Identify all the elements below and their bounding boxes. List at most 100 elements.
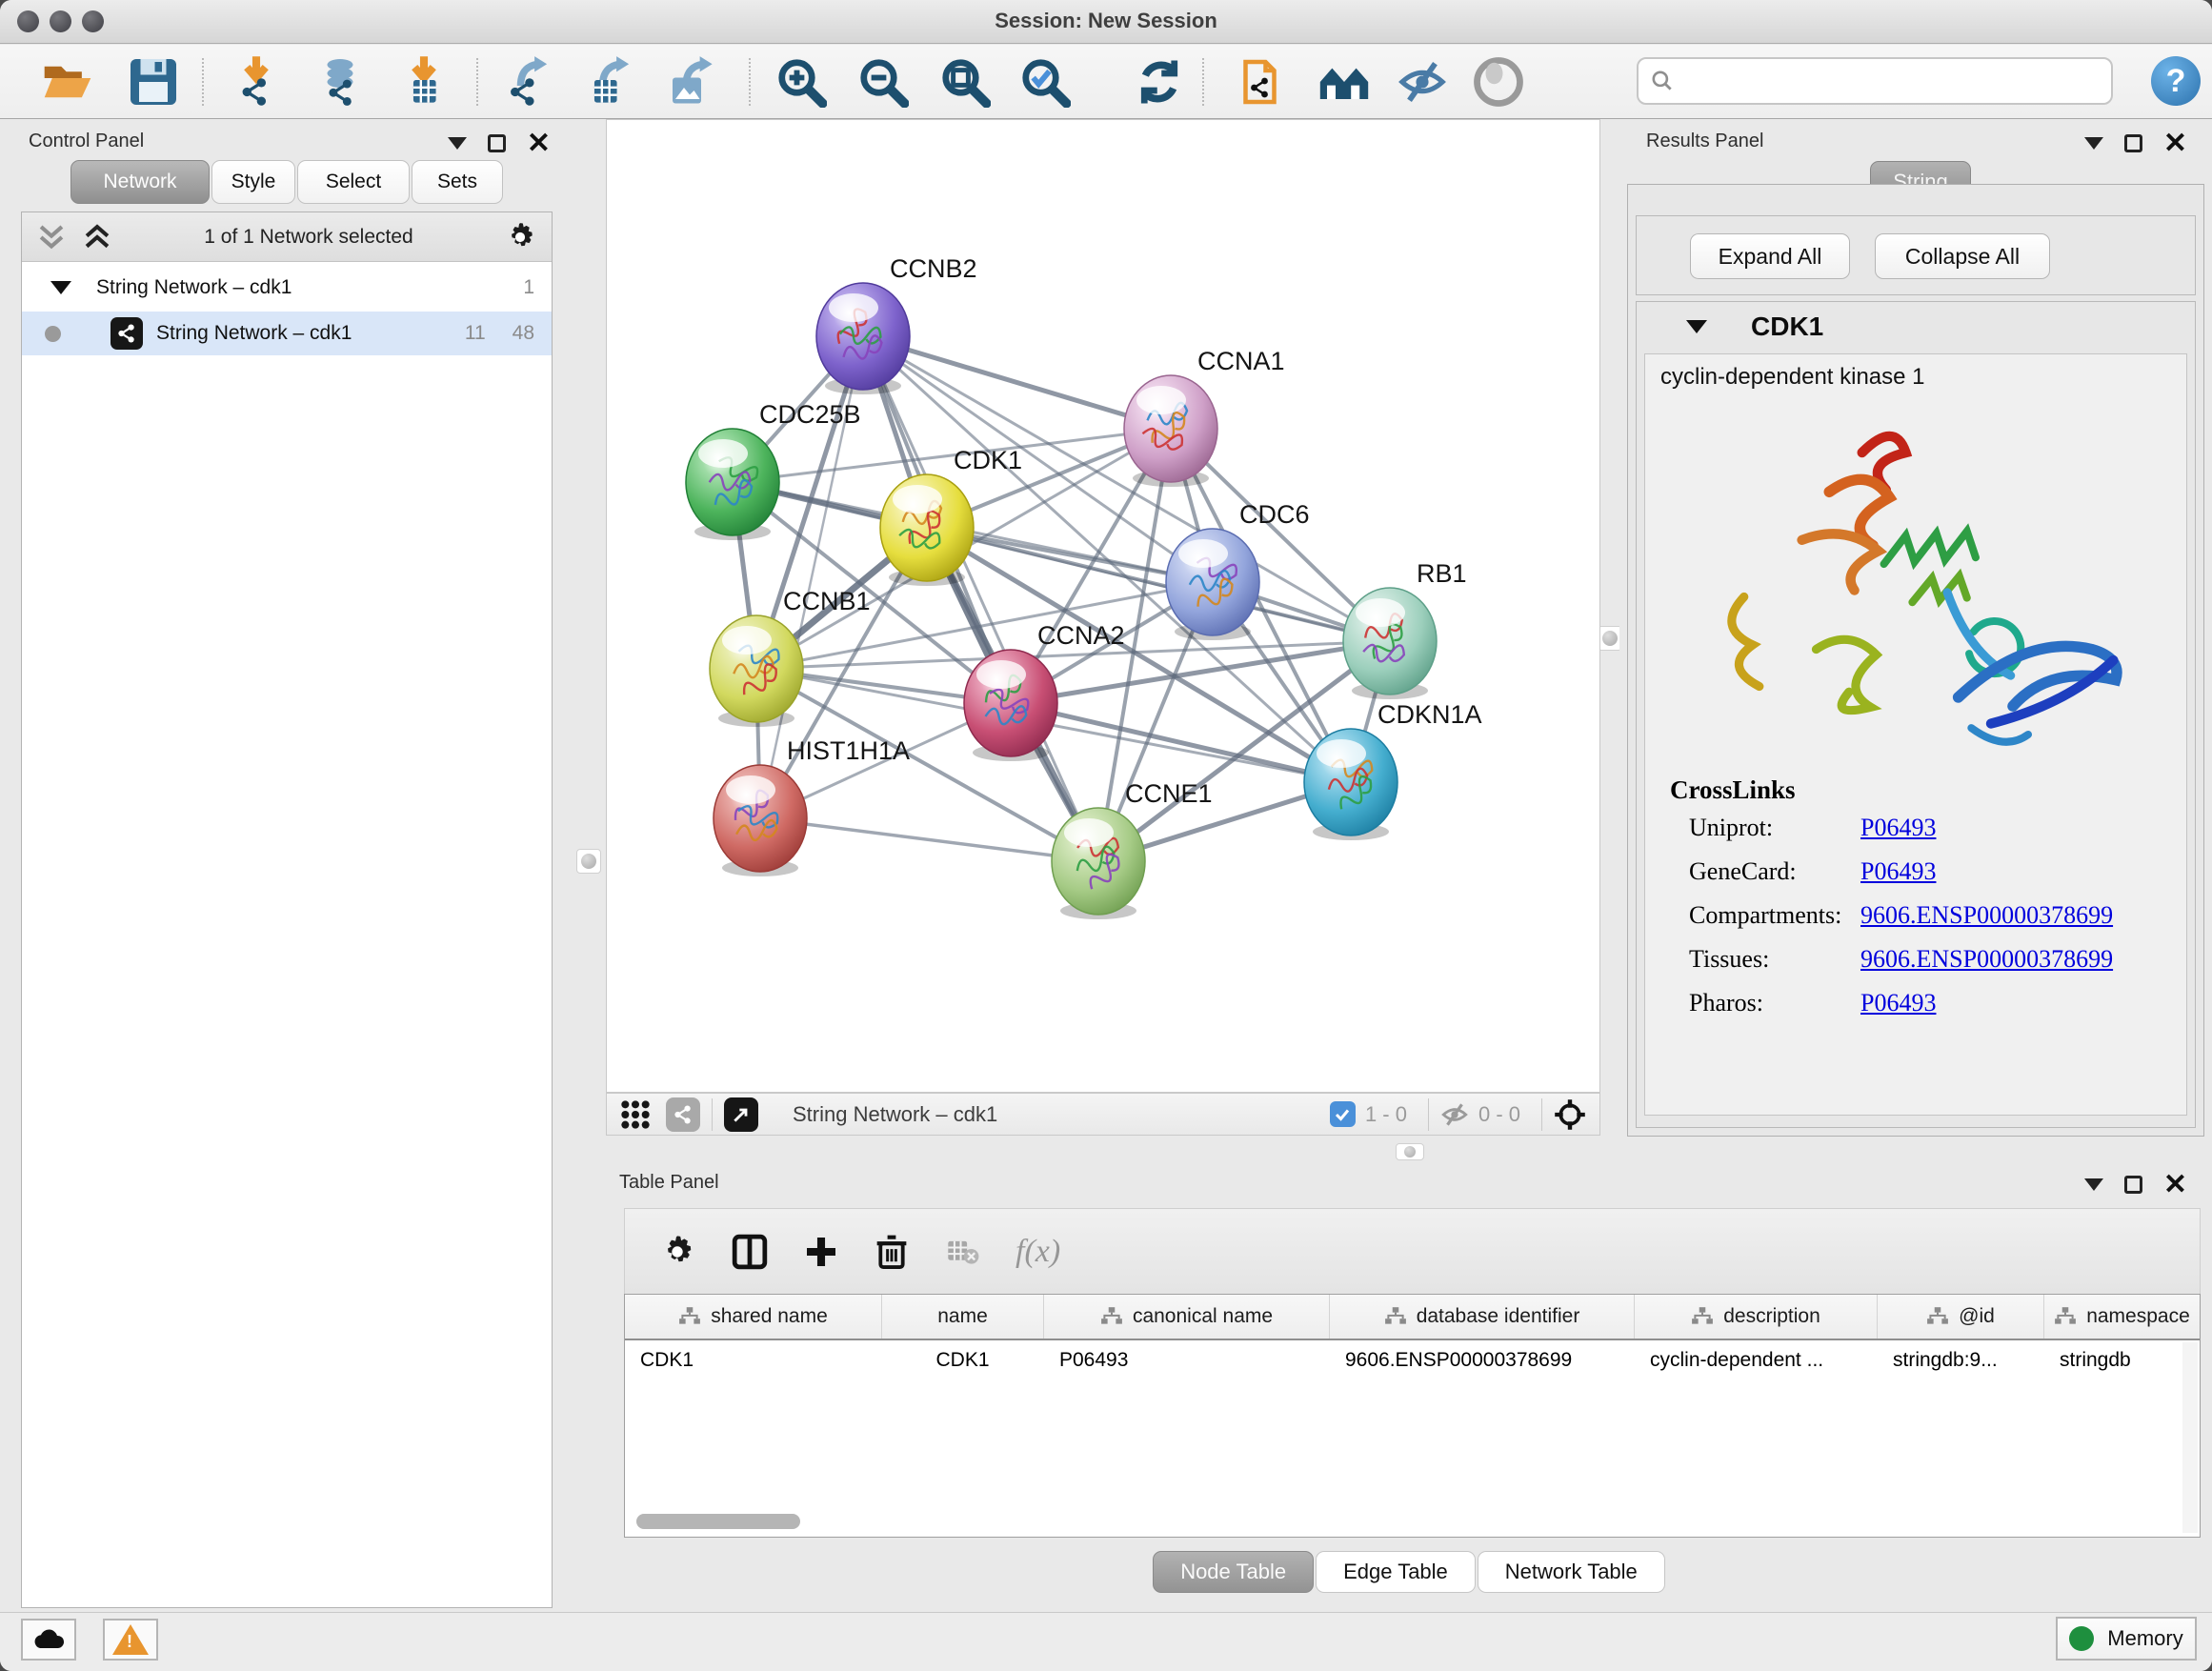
network-node-RB1[interactable]: RB1 (1343, 559, 1467, 699)
preview-orb-icon[interactable] (1469, 54, 1528, 110)
network-node-HIST1H1A[interactable]: HIST1H1A (714, 736, 910, 876)
control-panel-close-icon[interactable]: ✕ (527, 134, 551, 152)
export-image-button[interactable] (663, 54, 722, 110)
crosslink-tissues[interactable]: 9606.ENSP00000378699 (1860, 945, 2113, 974)
network-canvas[interactable]: CCNB2CCNA1CDC25BCDK1CDC6RB1CCNB1CCNA2CDK… (606, 119, 1600, 1093)
crosslink-compartments[interactable]: 9606.ENSP00000378699 (1860, 901, 2113, 930)
open-session-button[interactable] (38, 54, 97, 110)
expand-all-button[interactable]: Expand All (1690, 233, 1850, 279)
network-node-CCNE1[interactable]: CCNE1 (1052, 779, 1213, 919)
network-edge-CCNB2-CCNE1[interactable] (863, 336, 1098, 861)
table-vertical-scrollbar[interactable] (2182, 1342, 2198, 1533)
column-header-name[interactable]: name (882, 1295, 1044, 1339)
network-node-CCNB2[interactable]: CCNB2 (816, 254, 977, 394)
gene-collapse-icon[interactable] (1686, 320, 1707, 333)
network-node-CDC6[interactable]: CDC6 (1166, 500, 1310, 640)
network-edge-HIST1H1A-CCNE1[interactable] (760, 818, 1098, 861)
selected-nodes-checkbox[interactable] (1330, 1101, 1356, 1127)
cloud-status-button[interactable] (21, 1619, 76, 1661)
expand-all-icon[interactable] (81, 223, 113, 252)
table-horizontal-scrollbar[interactable] (627, 1514, 2180, 1531)
hide-unhide-icon[interactable] (1393, 54, 1452, 110)
zoom-out-button[interactable] (854, 54, 913, 110)
network-row-selected[interactable]: String Network – cdk1 11 48 (22, 312, 552, 355)
cell-namespace[interactable]: stringdb (2044, 1340, 2200, 1384)
tab-network-table[interactable]: Network Table (1478, 1551, 1665, 1593)
cell-shared-name[interactable]: CDK1 (625, 1340, 882, 1384)
delete-column-icon[interactable] (875, 1234, 909, 1270)
zoom-selected-button[interactable] (1016, 54, 1075, 110)
birds-eye-view-icon[interactable] (724, 1097, 758, 1132)
network-collection-row[interactable]: String Network – cdk1 1 (22, 266, 552, 310)
shared-column-icon (1384, 1306, 1407, 1327)
export-network-button[interactable] (499, 54, 558, 110)
tab-node-table[interactable]: Node Table (1153, 1551, 1314, 1593)
column-header-shared-name[interactable]: shared name (625, 1295, 882, 1339)
export-table-button[interactable] (581, 54, 640, 110)
network-edge-CCNA2-CDKN1A[interactable] (1011, 703, 1351, 782)
cell-description[interactable]: cyclin-dependent ... (1635, 1340, 1878, 1384)
table-panel-collapse-icon[interactable] (2084, 1178, 2103, 1191)
cell-canonical-name[interactable]: P06493 (1044, 1340, 1330, 1384)
toolbar-search-field[interactable] (1637, 57, 2113, 105)
help-button[interactable]: ? (2151, 56, 2201, 106)
network-options-gear-icon[interactable] (504, 221, 536, 253)
save-session-button[interactable] (124, 54, 183, 110)
column-header-id[interactable]: @id (1878, 1295, 2044, 1339)
grid-view-icon[interactable] (620, 1099, 651, 1130)
import-network-database-button[interactable] (311, 54, 370, 110)
tab-sets[interactable]: Sets (412, 160, 503, 204)
collapse-all-icon[interactable] (35, 223, 68, 252)
cell-name[interactable]: CDK1 (882, 1340, 1044, 1384)
table-panel-float-icon[interactable] (2124, 1176, 2142, 1194)
network-node-CDKN1A[interactable]: CDKN1A (1304, 700, 1482, 840)
network-view-icon[interactable] (666, 1097, 700, 1132)
collapse-all-button[interactable]: Collapse All (1875, 233, 2050, 279)
column-header-description[interactable]: description (1635, 1295, 1878, 1339)
fit-selected-crosshair-icon[interactable] (1554, 1098, 1586, 1131)
crosslink-pharos[interactable]: P06493 (1860, 989, 1936, 1017)
results-panel-collapse-icon[interactable] (2084, 137, 2103, 150)
table-options-gear-icon[interactable] (659, 1234, 695, 1270)
control-panel-float-icon[interactable] (488, 134, 506, 152)
show-columns-icon[interactable] (732, 1234, 768, 1270)
crosslink-genecard[interactable]: P06493 (1860, 857, 1936, 886)
tab-network[interactable]: Network (70, 160, 210, 204)
warning-status-button[interactable]: ! (103, 1619, 158, 1661)
cell-id[interactable]: stringdb:9... (1878, 1340, 2044, 1384)
refresh-layout-button[interactable] (1130, 54, 1189, 110)
clone-network-button[interactable] (1235, 54, 1294, 110)
import-network-file-button[interactable] (227, 54, 286, 110)
memory-button[interactable]: Memory (2056, 1617, 2197, 1661)
search-input[interactable] (1675, 70, 2094, 92)
network-node-CCNA1[interactable]: CCNA1 (1124, 347, 1285, 487)
column-header-canonical-name[interactable]: canonical name (1044, 1295, 1330, 1339)
add-column-icon[interactable] (804, 1235, 838, 1269)
results-panel-close-icon[interactable]: ✕ (2163, 134, 2187, 152)
import-table-button[interactable] (394, 54, 453, 110)
network-node-CDK1[interactable]: CDK1 (880, 446, 1022, 586)
crosslink-uniprot[interactable]: P06493 (1860, 814, 1936, 842)
table-panel-close-icon[interactable]: ✕ (2163, 1176, 2187, 1194)
column-header-namespace[interactable]: namespace (2044, 1295, 2200, 1339)
results-panel-float-icon[interactable] (2124, 134, 2142, 152)
shared-column-icon (1691, 1306, 1714, 1327)
cell-database-identifier[interactable]: 9606.ENSP00000378699 (1330, 1340, 1635, 1384)
collection-expand-icon[interactable] (50, 281, 71, 294)
tab-select[interactable]: Select (297, 160, 410, 204)
bottom-splitter-handle[interactable] (1396, 1143, 1424, 1160)
control-panel-collapse-icon[interactable] (448, 137, 467, 150)
network-graph[interactable]: CCNB2CCNA1CDC25BCDK1CDC6RB1CCNB1CCNA2CDK… (607, 120, 1599, 1092)
tab-edge-table[interactable]: Edge Table (1316, 1551, 1476, 1593)
tab-style[interactable]: Style (211, 160, 295, 204)
network-node-CCNB1[interactable]: CCNB1 (710, 587, 871, 727)
table-row[interactable]: CDK1 CDK1 P06493 9606.ENSP00000378699 cy… (625, 1340, 2200, 1384)
column-header-database-identifier[interactable]: database identifier (1330, 1295, 1635, 1339)
network-node-count: 11 (465, 322, 486, 345)
zoom-fit-button[interactable] (935, 54, 995, 110)
gene-section-header[interactable]: CDK1 (1637, 302, 2195, 352)
home-networks-icon[interactable] (1315, 54, 1374, 110)
left-splitter-handle[interactable] (576, 849, 601, 874)
zoom-in-button[interactable] (772, 54, 831, 110)
network-edge-CCNB2-CCNA1[interactable] (863, 336, 1171, 429)
